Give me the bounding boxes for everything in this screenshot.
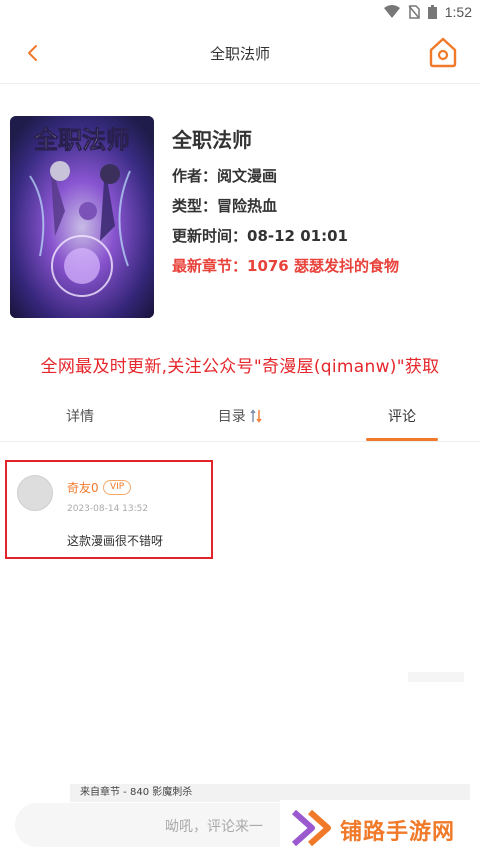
book-cover[interactable]: 全职法师 <box>10 116 154 318</box>
watermark-logo-icon <box>292 809 331 847</box>
tab-comments[interactable]: 评论 <box>376 406 428 426</box>
promo-notice: 全网最及时更新,关注公众号"奇漫屋(qimanw)"获取 <box>40 357 440 377</box>
sort-icon <box>250 409 262 423</box>
home-icon[interactable] <box>426 35 460 69</box>
vip-badge: VIP <box>103 480 132 495</box>
book-info: 全职法师 全职法师 作者：阅文漫画 类型：冒险热血 更新时间：08-12 01:… <box>0 108 480 328</box>
book-updated: 更新时间：08-12 01:01 <box>172 227 348 245</box>
battery-icon <box>427 5 437 19</box>
cover-art: 全职法师 <box>10 116 154 318</box>
comment-item: 奇友0 VIP 2023-08-14 13:52 这款漫画很不错呀 <box>5 460 213 559</box>
book-name: 全职法师 <box>172 128 252 152</box>
tab-catalog-label: 目录 <box>217 409 246 425</box>
comment-date: 2023-08-14 13:52 <box>67 504 149 514</box>
book-genre: 类型：冒险热血 <box>172 197 278 215</box>
wifi-icon <box>383 5 400 18</box>
status-bar: 1:52 <box>0 0 480 24</box>
latest-chapter[interactable]: 最新章节：1076 瑟瑟发抖的食物 <box>172 251 399 281</box>
book-meta: 全职法师 作者：阅文漫画 类型：冒险热血 更新时间：08-12 01:01 最新… <box>172 124 399 281</box>
watermark: 铺路手游网 <box>280 800 480 854</box>
scroll-indicator <box>408 672 464 682</box>
avatar[interactable] <box>17 475 53 511</box>
tab-bar: 详情 目录 评论 <box>0 392 480 442</box>
cover-title: 全职法师 <box>33 125 130 154</box>
tab-active-indicator <box>366 438 438 441</box>
comment-input-placeholder: 呦吼，评论来一 <box>165 819 263 835</box>
nav-bar: 全职法师 <box>0 24 480 84</box>
page-title: 全职法师 <box>209 45 270 63</box>
comment-username[interactable]: 奇友0 <box>67 479 99 496</box>
watermark-text: 铺路手游网 <box>340 820 456 845</box>
tab-details[interactable]: 详情 <box>60 406 100 426</box>
book-author: 作者：阅文漫画 <box>172 167 278 185</box>
tab-catalog[interactable]: 目录 <box>210 406 270 426</box>
no-sim-icon <box>408 5 420 19</box>
clock: 1:52 <box>444 4 472 20</box>
comment-text: 这款漫画很不错呀 <box>67 534 164 548</box>
